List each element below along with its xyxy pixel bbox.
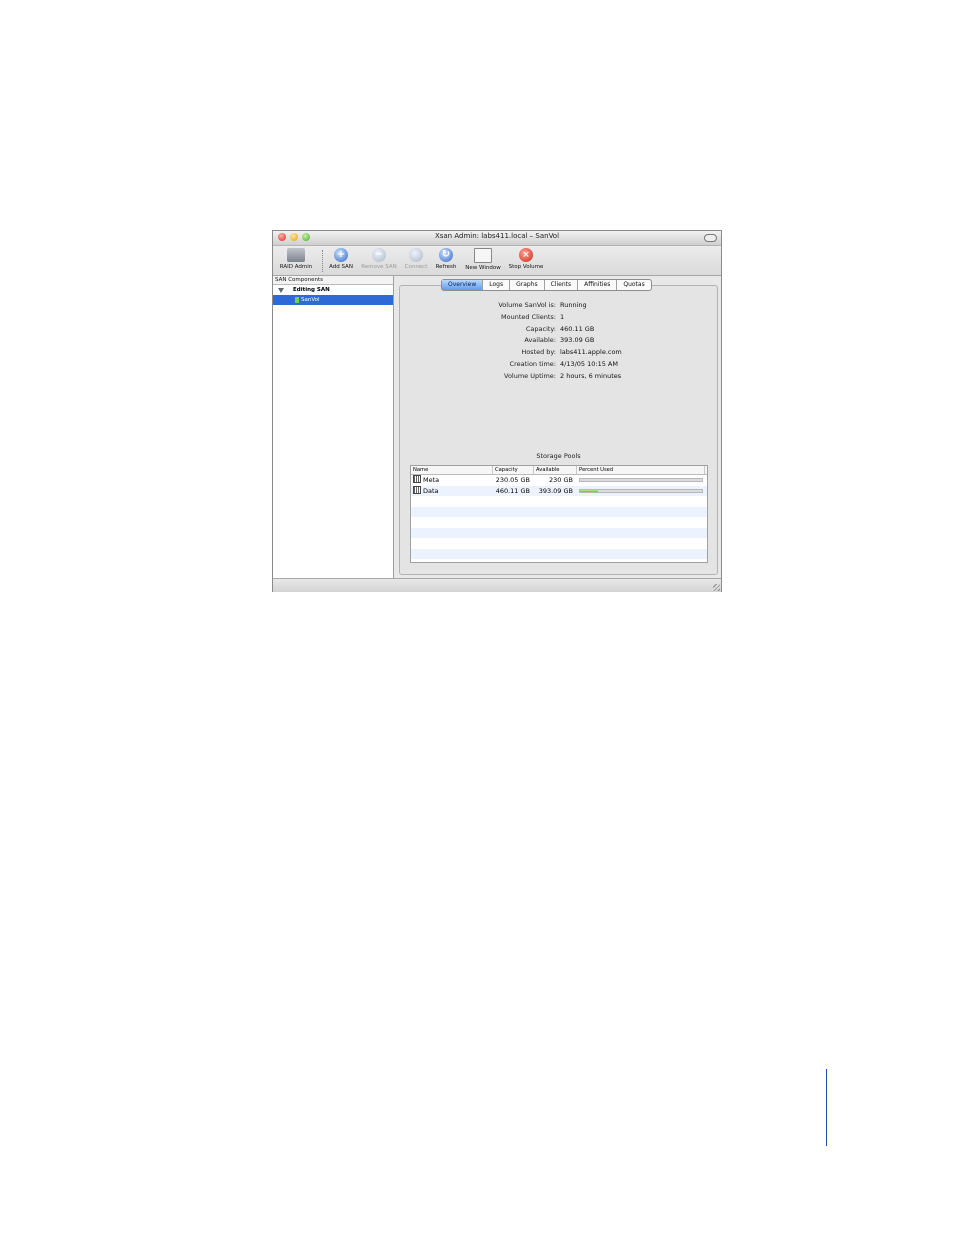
empty-row [411,538,707,549]
info-value: 2 hours, 6 minutes [560,371,622,380]
raid-admin-icon [287,248,305,262]
resize-grip-icon[interactable] [713,584,720,591]
pool-capacity: 460.11 GB [495,486,530,495]
raid-admin-label: RAID Admin [279,264,313,270]
main-panel: Overview Logs Graphs Clients Affinities … [394,276,721,578]
info-label: Volume Uptime: [504,371,556,380]
empty-row [411,517,707,528]
status-bar [273,578,721,592]
stop-volume-label: Stop Volume [508,264,544,270]
stop-volume-button[interactable]: × Stop Volume [506,248,546,270]
sidebar-item-editing-san[interactable]: Editing SAN [273,285,393,295]
pool-available: 393.09 GB [538,486,573,495]
info-row: Mounted Clients: 1 [400,313,717,325]
toolbar: RAID Admin + Add SAN − Remove SAN Connec… [273,246,721,276]
new-window-button[interactable]: New Window [462,248,504,271]
storage-pools-title: Storage Pools [536,452,581,460]
column-header-percent-used[interactable]: Percent Used [577,466,705,474]
page-margin-rule [826,1069,827,1146]
pool-available: 230 GB [549,476,573,484]
info-value: 4/13/05 10:15 AM [560,359,618,368]
add-san-button[interactable]: + Add SAN [327,248,355,270]
pool-name: Data [423,486,439,495]
sidebar-header: SAN Components [273,276,393,285]
tab-bar: Overview Logs Graphs Clients Affinities … [441,279,652,291]
remove-san-label: Remove SAN [361,264,397,270]
pool-name: Meta [423,476,440,484]
column-header-name[interactable]: Name [411,466,493,474]
title-bar[interactable]: Xsan Admin: labs411.local – SanVol [273,231,721,246]
tab-overview[interactable]: Overview [442,280,484,290]
storage-pool-icon [413,475,421,483]
connect-icon [409,248,423,262]
add-san-icon: + [334,248,348,262]
empty-row [411,527,707,538]
sidebar-item-label: SanVol [301,297,320,303]
toolbar-separator [322,250,323,272]
refresh-icon: ↻ [439,248,453,262]
percent-used-bar [579,478,703,482]
sidebar-group-label: Editing SAN [293,287,330,293]
table-row[interactable]: Meta 230.05 GB 230 GB [411,475,707,486]
san-components-sidebar[interactable]: SAN Components Editing SAN SanVol [273,276,394,578]
empty-row [411,506,707,517]
raid-admin-button[interactable]: RAID Admin [276,248,316,270]
info-value: 393.09 GB [560,336,595,345]
remove-san-icon: − [372,248,386,262]
volume-info: Volume SanVol is: Running Mounted Clients… [400,301,717,384]
add-san-label: Add SAN [329,264,353,270]
info-row: Volume SanVol is: Running [400,301,717,313]
toolbar-toggle-button[interactable] [704,234,717,242]
pool-capacity: 230.05 GB [495,476,530,484]
column-header-capacity[interactable]: Capacity [493,466,534,474]
info-value: labs411.apple.com [560,348,622,357]
column-header-available[interactable]: Available [534,466,577,474]
table-row[interactable]: Data 460.11 GB 393.09 GB [411,485,707,496]
info-label: Mounted Clients: [501,312,556,321]
stop-volume-icon: × [519,248,533,262]
info-label: Capacity: [525,324,556,333]
refresh-label: Refresh [435,264,457,270]
overview-panel: Volume SanVol is: Running Mounted Clients… [399,285,718,575]
tab-quotas[interactable]: Quotas [617,280,650,290]
tab-logs[interactable]: Logs [483,280,511,290]
new-window-icon [474,248,492,263]
percent-used-bar [579,488,703,493]
info-label: Available: [524,336,556,345]
tab-clients[interactable]: Clients [545,280,579,290]
connect-button[interactable]: Connect [402,248,430,270]
percent-used-fill [580,489,598,492]
table-header: Name Capacity Available Percent Used [411,466,707,475]
empty-row [411,548,707,559]
sidebar-item-sanvol[interactable]: SanVol [273,295,393,305]
info-label: Volume SanVol is: [498,301,556,309]
info-value: 460.11 GB [560,324,595,333]
refresh-button[interactable]: ↻ Refresh [432,248,460,270]
new-window-label: New Window [465,265,501,271]
empty-row [411,496,707,507]
storage-pool-icon [413,485,421,494]
tab-graphs[interactable]: Graphs [510,280,545,290]
info-row: Available: 393.09 GB [400,336,717,348]
info-label: Hosted by: [521,348,556,357]
disclosure-triangle-icon[interactable] [278,288,284,293]
xsan-admin-window: Xsan Admin: labs411.local – SanVol RAID … [272,230,722,592]
window-title: Xsan Admin: labs411.local – SanVol [434,232,560,240]
info-row: Capacity: 460.11 GB [400,325,717,337]
remove-san-button[interactable]: − Remove SAN [359,248,399,270]
info-value: 1 [560,312,565,321]
info-label: Creation time: [509,359,556,368]
volume-icon [295,296,299,303]
connect-label: Connect [404,264,428,270]
info-value: Running [560,301,587,309]
info-row: Creation time: 4/13/05 10:15 AM [400,360,717,372]
info-row: Hosted by: labs411.apple.com [400,348,717,360]
tab-affinities[interactable]: Affinities [578,280,618,290]
info-row: Volume Uptime: 2 hours, 6 minutes [400,372,717,384]
storage-pools-table[interactable]: Name Capacity Available Percent Used Met… [410,465,708,563]
